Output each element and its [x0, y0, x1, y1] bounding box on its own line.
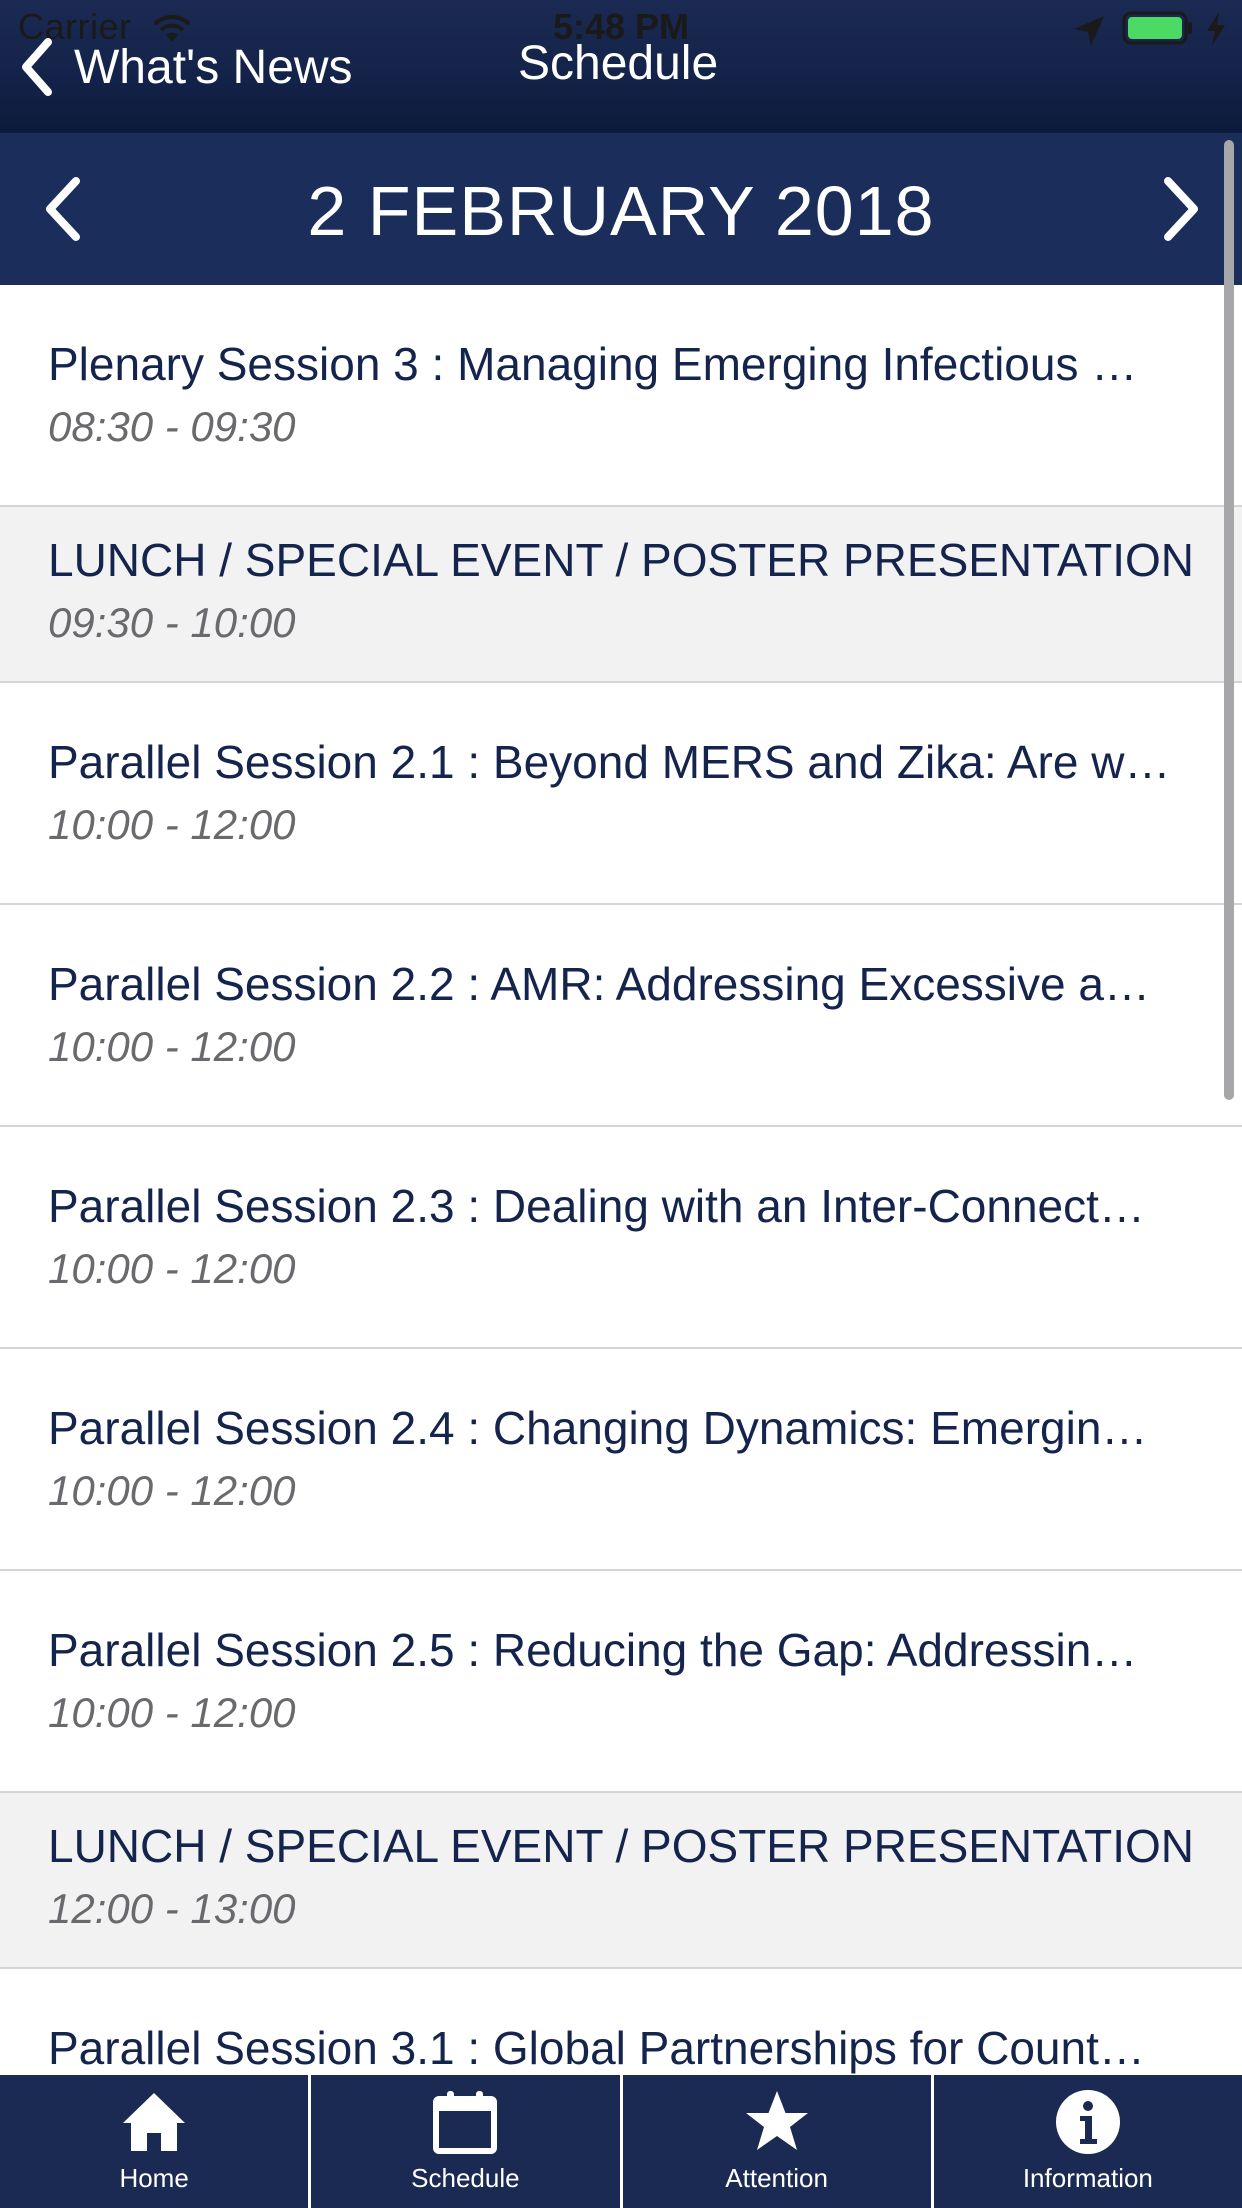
schedule-item-title: Parallel Session 2.3 : Dealing with an I… [48, 1180, 1145, 1232]
schedule-item-title: Parallel Session 2.1 : Beyond MERS and Z… [48, 736, 1171, 788]
tab-home[interactable]: Home [0, 2075, 308, 2208]
calendar-icon [433, 2091, 498, 2154]
battery-icon [1122, 11, 1192, 45]
schedule-item-title: Plenary Session 3 : Managing Emerging In… [48, 338, 1138, 390]
back-button[interactable]: What's News [16, 32, 353, 102]
schedule-item-time: 10:00 - 12:00 [48, 801, 296, 848]
schedule-item-title: Parallel Session 2.5 : Reducing the Gap:… [48, 1624, 1138, 1676]
tab-bar: Home Schedule Attention Information [0, 2075, 1242, 2208]
star-icon [745, 2091, 808, 2150]
tab-home-label: Home [119, 2163, 189, 2193]
tab-information-label: Information [1022, 2163, 1153, 2193]
schedule-break-row[interactable]: LUNCH / SPECIAL EVENT / POSTER PRESENTAT… [0, 507, 1242, 683]
schedule-item-title: Parallel Session 2.4 : Changing Dynamics… [48, 1402, 1148, 1454]
tab-schedule[interactable]: Schedule [308, 2075, 619, 2208]
schedule-session-row[interactable]: Parallel Session 2.1 : Beyond MERS and Z… [0, 683, 1242, 905]
schedule-item-time: 09:30 - 10:00 [48, 599, 296, 646]
scrollbar[interactable] [1224, 140, 1234, 1100]
schedule-item-time: 10:00 - 12:00 [48, 1245, 296, 1292]
navigation-bar: Carrier 5:48 PM What's News Schedule [0, 0, 1242, 133]
schedule-session-row[interactable]: Parallel Session 3.1 : Global Partnershi… [0, 1969, 1242, 2075]
schedule-item-title: Parallel Session 3.1 : Global Partnershi… [48, 2022, 1145, 2074]
schedule-list[interactable]: Plenary Session 3 : Managing Emerging In… [0, 285, 1242, 2075]
schedule-item-time: 08:30 - 09:30 [48, 403, 296, 450]
schedule-item-time: 10:00 - 12:00 [48, 1689, 296, 1736]
charging-bolt-icon [1207, 12, 1225, 46]
tab-attention[interactable]: Attention [619, 2075, 931, 2208]
schedule-item-title: Parallel Session 2.2 : AMR: Addressing E… [48, 958, 1150, 1010]
tab-schedule-label: Schedule [411, 2163, 520, 2193]
schedule-session-row[interactable]: Parallel Session 2.2 : AMR: Addressing E… [0, 905, 1242, 1127]
schedule-item-title: LUNCH / SPECIAL EVENT / POSTER PRESENTAT… [48, 1820, 1194, 1872]
date-selector: 2 FEBRUARY 2018 [0, 133, 1242, 285]
tab-attention-label: Attention [725, 2163, 828, 2193]
schedule-item-title: LUNCH / SPECIAL EVENT / POSTER PRESENTAT… [48, 534, 1194, 586]
schedule-session-row[interactable]: Parallel Session 2.5 : Reducing the Gap:… [0, 1571, 1242, 1793]
location-arrow-icon [1074, 16, 1104, 46]
schedule-session-row[interactable]: Parallel Session 2.3 : Dealing with an I… [0, 1127, 1242, 1349]
back-button-label: What's News [74, 40, 353, 94]
home-icon [123, 2093, 186, 2151]
schedule-session-row[interactable]: Parallel Session 2.4 : Changing Dynamics… [0, 1349, 1242, 1571]
schedule-item-time: 10:00 - 12:00 [48, 1023, 296, 1070]
schedule-break-row[interactable]: LUNCH / SPECIAL EVENT / POSTER PRESENTAT… [0, 1793, 1242, 1969]
tab-information[interactable]: Information [930, 2075, 1242, 2208]
info-icon [1055, 2090, 1120, 2154]
current-date-label: 2 FEBRUARY 2018 [307, 172, 935, 250]
next-day-chevron-right-icon[interactable] [1160, 175, 1204, 243]
page-title: Schedule [518, 37, 719, 90]
schedule-item-time: 10:00 - 12:00 [48, 1467, 296, 1514]
schedule-item-time: 12:00 - 13:00 [48, 1885, 296, 1932]
chevron-left-icon [22, 38, 52, 96]
schedule-session-row[interactable]: Plenary Session 3 : Managing Emerging In… [0, 285, 1242, 507]
